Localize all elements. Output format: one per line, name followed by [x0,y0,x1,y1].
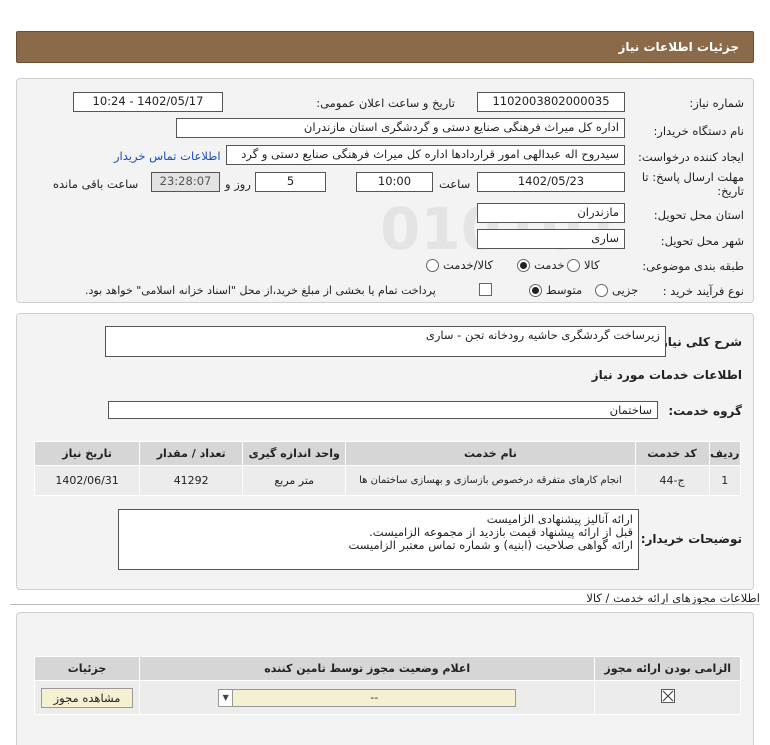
service-group-label: گروه خدمت: [668,404,742,418]
col-unit-header: واحد اندازه گیری [242,441,347,466]
category-service-label: خدمت [534,258,565,272]
col-date-header: تاریخ نیاز [33,441,141,466]
col-qty-header: تعداد / مقدار [139,441,244,466]
permits-table: الزامی بودن ارائه مجوز اعلام وضعیت مجوز … [34,656,741,715]
province-label: استان محل تحویل: [653,208,744,222]
process-medium-label: متوسط [546,283,583,297]
announce-label: تاریخ و ساعت اعلان عمومی: [316,96,455,110]
creator-field: سیدروح اله عبدالهی امور قراردادها اداره … [226,145,625,165]
services-title: اطلاعات خدمات مورد نیاز [591,368,742,382]
radio-medium-icon [529,283,542,297]
permit-required-header: الزامی بودن ارائه مجوز [594,656,741,681]
announce-field: 1402/05/17 - 10:24 [73,92,223,112]
city-field: ساری [477,229,625,249]
col-name-header: نام خدمت [345,441,636,466]
x-mark-icon [662,690,674,702]
buyer-org-field: اداره کل میراث فرهنگی صنایع دستی و گردشگ… [176,118,625,138]
need-number-field: 1102003802000035 [477,92,625,112]
cell-row: 1 [708,465,742,496]
category-radio-goods[interactable]: کالا [567,258,600,272]
buyer-org-label: نام دستگاه خریدار: [653,124,744,138]
need-summary-label: شرح کلی نیاز: [656,335,742,349]
page-header: جزئیات اطلاعات نیاز [16,31,754,63]
col-code-header: کد خدمت [634,441,710,466]
radio-goods-service-icon [426,258,439,272]
days-field: 5 [255,172,326,192]
permit-required-checkbox[interactable] [660,689,675,703]
page-title: جزئیات اطلاعات نیاز [618,40,739,54]
permits-header-row: الزامی بودن ارائه مجوز اعلام وضعیت مجوز … [34,656,741,681]
buyer-notes-box: ارائه آنالیز پیشنهادی الزامیست قبل از ار… [118,509,639,570]
permit-required-cell [594,680,741,715]
permit-status-header: اعلام وضعیت مجوز توسط تامین کننده [138,656,596,681]
permit-status-cell: -- ▼ [138,680,596,715]
remaining-time-field: 23:28:07 [151,172,220,192]
cell-date: 1402/06/31 [33,465,141,496]
city-label: شهر محل تحویل: [660,234,744,248]
buyer-note-line: ارائه گواهی صلاحیت (ابنیه) و شماره تماس … [348,538,633,552]
process-minor-label: جزیی [612,283,639,297]
category-goods-label: کالا [584,258,600,272]
remaining-label: ساعت باقی مانده [53,177,139,191]
radio-goods-icon [567,258,580,272]
permits-section-title: اطلاعات مجوزهای ارائه خدمت / کالا [586,591,760,605]
deadline-label-date: تاریخ: [717,184,744,198]
category-goods-service-label: کالا/خدمت [443,258,494,272]
permit-status-value: -- [370,691,379,704]
creator-label: ایجاد کننده درخواست: [638,150,744,164]
need-number-label: شماره نیاز: [689,96,744,110]
days-label: روز و [225,177,251,191]
category-radio-service[interactable]: خدمت [517,258,565,272]
deadline-date-field: 1402/05/23 [477,172,625,192]
view-permit-button[interactable]: مشاهده مجوز [41,687,133,708]
permit-status-select[interactable]: -- ▼ [218,688,517,707]
permits-divider [10,604,760,605]
process-radio-medium[interactable]: متوسط [529,283,582,297]
table-row: -- ▼ مشاهده مجوز [34,680,741,715]
category-label: طبقه بندی موضوعی: [642,259,744,273]
chevron-down-icon: ▼ [219,689,234,706]
need-summary-field: زیرساخت گردشگری حاشیه رودخانه تجن - ساری [105,326,666,357]
cell-qty: 41292 [139,465,244,496]
permit-details-cell: مشاهده مجوز [34,680,140,715]
process-label: نوع فرآیند خرید : [662,284,744,298]
table-row: 1 ج-44 انجام کارهای متفرقه درخصوص بازساز… [33,465,742,496]
service-group-field: ساختمان [108,401,658,419]
cell-unit: متر مربع [242,465,347,496]
time-label: ساعت [439,177,471,191]
contact-buyer-link[interactable]: اطلاعات تماس خریدار [114,149,221,163]
payment-note: پرداخت تمام یا بخشی از مبلغ خرید،از محل … [85,284,436,297]
cell-code: ج-44 [634,465,710,496]
services-table: ردیف کد خدمت نام خدمت واحد اندازه گیری ت… [33,441,742,496]
buyer-notes-label: توضیحات خریدار: [640,532,742,546]
deadline-time-field: 10:00 [356,172,433,192]
cell-name: انجام کارهای متفرقه درخصوص بازسازی و بهس… [345,465,636,496]
col-row-header: ردیف [708,441,742,466]
table-header-row: ردیف کد خدمت نام خدمت واحد اندازه گیری ت… [33,441,742,466]
deadline-label: مهلت ارسال پاسخ: تا [641,170,744,184]
category-radio-goods-service[interactable]: کالا/خدمت [426,258,493,272]
province-field: مازندران [477,203,625,223]
radio-service-icon [517,258,530,272]
treasury-checkbox[interactable] [479,283,492,296]
permit-details-header: جزئیات [34,656,140,681]
process-radio-minor[interactable]: جزیی [595,283,638,297]
radio-minor-icon [595,283,608,297]
